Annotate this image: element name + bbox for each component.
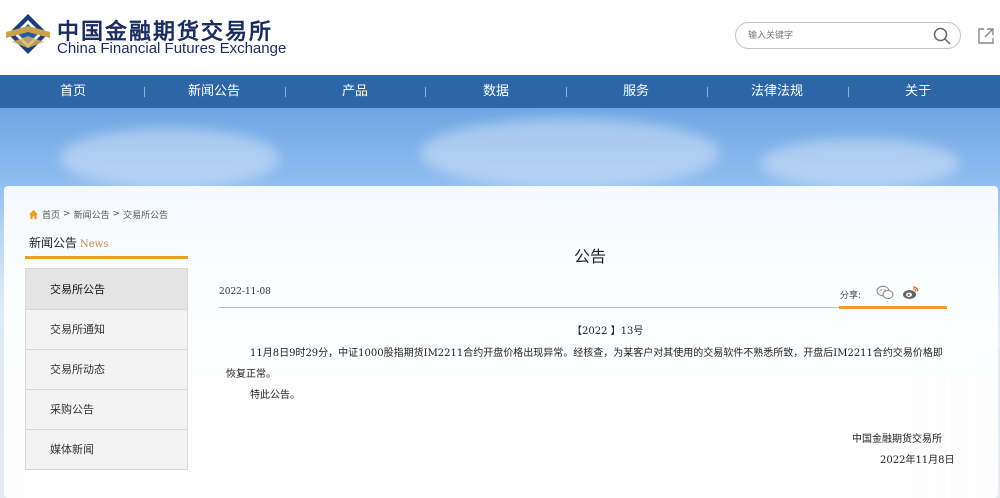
nav-item-news[interactable]: 新闻公告	[188, 75, 240, 108]
search-input[interactable]	[748, 27, 918, 44]
breadcrumb-separator: >	[112, 209, 121, 219]
nav-item-services[interactable]: 服务	[623, 75, 649, 108]
nav-item-home[interactable]: 首页	[60, 75, 86, 108]
nav-item-products[interactable]: 产品	[342, 75, 368, 108]
article-divider	[219, 307, 946, 308]
sidebar-title-cn: 新闻公告	[29, 236, 78, 250]
breadcrumb-separator: >	[63, 209, 71, 219]
breadcrumb-current[interactable]: 交易所公告	[123, 208, 168, 221]
nav-item-laws[interactable]: 法律法规	[751, 75, 803, 108]
cloud-decoration	[760, 138, 960, 188]
article-date: 2022-11-08	[219, 287, 271, 297]
share-accent-bar	[839, 306, 947, 309]
sidebar-title-underline	[25, 256, 188, 259]
breadcrumb-home[interactable]: 首页	[42, 208, 60, 221]
nav-divider	[566, 87, 567, 97]
nav-divider	[144, 87, 145, 97]
sidebar-item-procurement[interactable]: 采购公告	[25, 390, 188, 430]
logo-en-text[interactable]: China Financial Futures Exchange	[57, 40, 286, 57]
sidebar-menu: 交易所公告 交易所通知 交易所动态 采购公告 媒体新闻	[25, 268, 188, 470]
site-header: 中国金融期货交易所 China Financial Futures Exchan…	[0, 0, 1000, 75]
breadcrumb: 首页 > 新闻公告 > 交易所公告	[28, 208, 168, 221]
breadcrumb-news[interactable]: 新闻公告	[74, 208, 110, 221]
cloud-decoration	[60, 128, 280, 188]
nav-divider	[285, 87, 286, 97]
article-body: 11月8日9时29分，中证1000股指期货IM2211合约开盘价格出现异常。经核…	[226, 348, 943, 380]
sidebar-title-en: News	[80, 239, 109, 250]
nav-item-about[interactable]: 关于	[905, 75, 931, 108]
sidebar-item-exchange-news[interactable]: 交易所动态	[25, 350, 188, 390]
cffex-logo-icon[interactable]	[6, 12, 50, 56]
sidebar-title: 新闻公告 News	[29, 234, 108, 251]
search-box[interactable]	[735, 22, 961, 49]
search-icon[interactable]	[932, 26, 952, 46]
cloud-decoration	[420, 118, 720, 188]
share-out-icon[interactable]	[976, 26, 996, 46]
nav-item-data[interactable]: 数据	[483, 75, 509, 108]
document-number: 【2022 】13号	[572, 326, 644, 337]
sidebar-item-media-news[interactable]: 媒体新闻	[25, 430, 188, 470]
nav-divider	[848, 87, 849, 97]
article-title: 公告	[573, 247, 606, 266]
share-label: 分享:	[840, 291, 862, 301]
sidebar-item-exchange-announcements[interactable]: 交易所公告	[25, 268, 188, 310]
nav-divider	[425, 87, 426, 97]
signature-organization: 中国金融期货交易所	[852, 434, 942, 445]
home-icon[interactable]	[28, 209, 39, 220]
main-nav: 首页 新闻公告 产品 数据 服务 法律法规 关于	[0, 75, 1000, 108]
wechat-icon[interactable]	[876, 285, 894, 300]
signature-date: 2022年11月8日	[880, 455, 955, 466]
sidebar-item-exchange-notices[interactable]: 交易所通知	[25, 310, 188, 350]
article-closing: 特此公告。	[250, 390, 300, 401]
nav-divider	[707, 87, 708, 97]
weibo-icon[interactable]	[902, 285, 919, 300]
